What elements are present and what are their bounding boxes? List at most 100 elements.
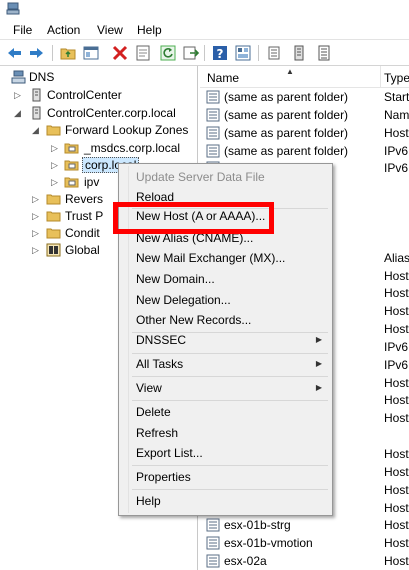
column-divider[interactable] <box>380 66 381 88</box>
menu-item-update-server-data-file[interactable]: Update Server Data File <box>121 167 330 187</box>
expand-arrow-icon[interactable]: ▷ <box>51 142 60 154</box>
record-type: Host <box>384 286 409 301</box>
menu-item-help[interactable]: Help <box>121 491 330 511</box>
record-type: IPv6 <box>384 161 409 176</box>
record-type: Alias <box>384 250 409 265</box>
record-type: Host <box>384 464 409 479</box>
expand-arrow-icon[interactable]: ▷ <box>51 159 60 171</box>
list-header: ▲ Name Type <box>200 66 409 88</box>
details-icon[interactable] <box>234 44 252 62</box>
record-type: Host <box>384 482 409 497</box>
toolbar: ? <box>0 40 409 66</box>
tree-item-dns[interactable]: DNS <box>0 69 197 86</box>
record-name: esx-01b-strg <box>224 518 291 533</box>
menu-item-new-mail-exchanger[interactable]: New Mail Exchanger (MX)... <box>121 248 330 268</box>
properties-icon[interactable] <box>134 44 152 62</box>
record-type: Host <box>384 536 409 551</box>
zone-icon <box>64 141 79 155</box>
record-type: Nam <box>384 107 409 122</box>
menu-item-reload[interactable]: Reload <box>121 187 330 207</box>
menu-item-delete[interactable]: Delete <box>121 402 330 422</box>
record-type: Host <box>384 304 409 319</box>
list-item[interactable]: (same as parent folder) Host <box>200 124 409 142</box>
menu-file[interactable]: File <box>13 23 32 37</box>
menu-item-view[interactable]: View ▶ <box>121 378 330 398</box>
record-name: esx-01b-vmotion <box>224 536 313 551</box>
list-item[interactable]: (same as parent folder) IPv6 <box>200 142 409 160</box>
record-icon <box>206 144 220 158</box>
list-item[interactable]: esx-01b-vmotion Host <box>200 534 409 552</box>
menu-separator <box>132 400 328 401</box>
dns-root-icon <box>11 70 26 84</box>
record-type: Host <box>384 518 409 533</box>
context-menu: Update Server Data File Reload New Host … <box>118 163 333 516</box>
toolbar-separator <box>52 45 53 61</box>
menu-view[interactable]: View <box>97 23 123 37</box>
expand-arrow-icon[interactable]: ▷ <box>51 176 60 188</box>
menu-item-dnssec[interactable]: DNSSEC ▶ <box>121 330 330 350</box>
expand-arrow-icon[interactable]: ▷ <box>32 227 41 239</box>
menu-item-new-domain[interactable]: New Domain... <box>121 269 330 289</box>
record-type: IPv6 <box>384 357 409 372</box>
folder-icon <box>46 226 61 240</box>
record-icon <box>206 90 220 104</box>
list-item[interactable]: esx-01b-strg Host <box>200 516 409 534</box>
tree-item-controlcenter[interactable]: ▷ ControlCenter <box>0 87 197 104</box>
tree-item-msdcs[interactable]: ▷ _msdcs.corp.local <box>0 140 197 157</box>
list-item[interactable]: (same as parent folder) Start <box>200 88 409 106</box>
zone-icon <box>64 175 79 189</box>
collapse-arrow-icon[interactable]: ◢ <box>32 124 41 136</box>
collapse-arrow-icon[interactable]: ◢ <box>14 107 23 119</box>
toolbar-separator <box>258 45 259 61</box>
tree-item-forward-lookup-zones[interactable]: ◢ Forward Lookup Zones <box>0 122 197 139</box>
menu-item-export-list[interactable]: Export List... <box>121 443 330 463</box>
server-icon[interactable] <box>290 44 308 62</box>
submenu-arrow-icon: ▶ <box>315 383 322 392</box>
menu-item-new-alias[interactable]: New Alias (CNAME)... <box>121 228 330 248</box>
toolbar-separator <box>204 45 205 61</box>
list-item[interactable]: (same as parent folder) Nam <box>200 106 409 124</box>
submenu-arrow-icon: ▶ <box>315 359 322 368</box>
record-type: IPv6 <box>384 143 409 158</box>
menu-item-refresh[interactable]: Refresh <box>121 423 330 443</box>
submenu-arrow-icon: ▶ <box>315 335 322 344</box>
show-hide-tree-icon[interactable] <box>82 44 100 62</box>
record-type: IPv6 <box>384 339 409 354</box>
log-icon <box>46 243 61 257</box>
record-name: (same as parent folder) <box>224 143 349 158</box>
menu-separator <box>132 465 328 466</box>
delete-x-icon[interactable] <box>111 44 129 62</box>
menu-item-properties[interactable]: Properties <box>121 467 330 487</box>
column-header-type[interactable]: Type <box>384 71 409 85</box>
export-icon[interactable] <box>182 44 200 62</box>
expand-arrow-icon[interactable]: ▷ <box>14 89 23 101</box>
forward-arrow-icon[interactable] <box>27 44 45 62</box>
folder-up-icon[interactable] <box>59 44 77 62</box>
menu-item-new-delegation[interactable]: New Delegation... <box>121 290 330 310</box>
menu-item-other-new-records[interactable]: Other New Records... <box>121 310 330 330</box>
expand-arrow-icon[interactable]: ▷ <box>32 244 41 256</box>
menu-item-all-tasks[interactable]: All Tasks ▶ <box>121 354 330 374</box>
list-view-icon[interactable] <box>265 44 283 62</box>
record-icon <box>206 536 220 550</box>
tree-item-controlcenter-corp[interactable]: ◢ ControlCenter.corp.local <box>0 105 197 122</box>
menu-bar: File Action View Help <box>0 20 409 40</box>
menu-help[interactable]: Help <box>137 23 162 37</box>
menu-separator <box>132 489 328 490</box>
help-icon[interactable]: ? <box>211 44 229 62</box>
expand-arrow-icon[interactable]: ▷ <box>32 210 41 222</box>
menu-item-new-host[interactable]: New Host (A or AAAA)... <box>121 206 330 226</box>
expand-arrow-icon[interactable]: ▷ <box>32 193 41 205</box>
back-arrow-icon[interactable] <box>6 44 24 62</box>
record-icon <box>206 108 220 122</box>
server-icon <box>29 88 44 102</box>
zone-icon <box>64 158 79 172</box>
record-type: Host <box>384 554 409 569</box>
refresh-icon[interactable] <box>159 44 177 62</box>
record-list-icon[interactable] <box>315 44 333 62</box>
column-header-name[interactable]: Name <box>207 71 239 85</box>
record-icon <box>206 554 220 568</box>
list-item[interactable]: esx-02a Host <box>200 552 409 570</box>
record-type: Host <box>384 447 409 461</box>
menu-action[interactable]: Action <box>47 23 80 37</box>
